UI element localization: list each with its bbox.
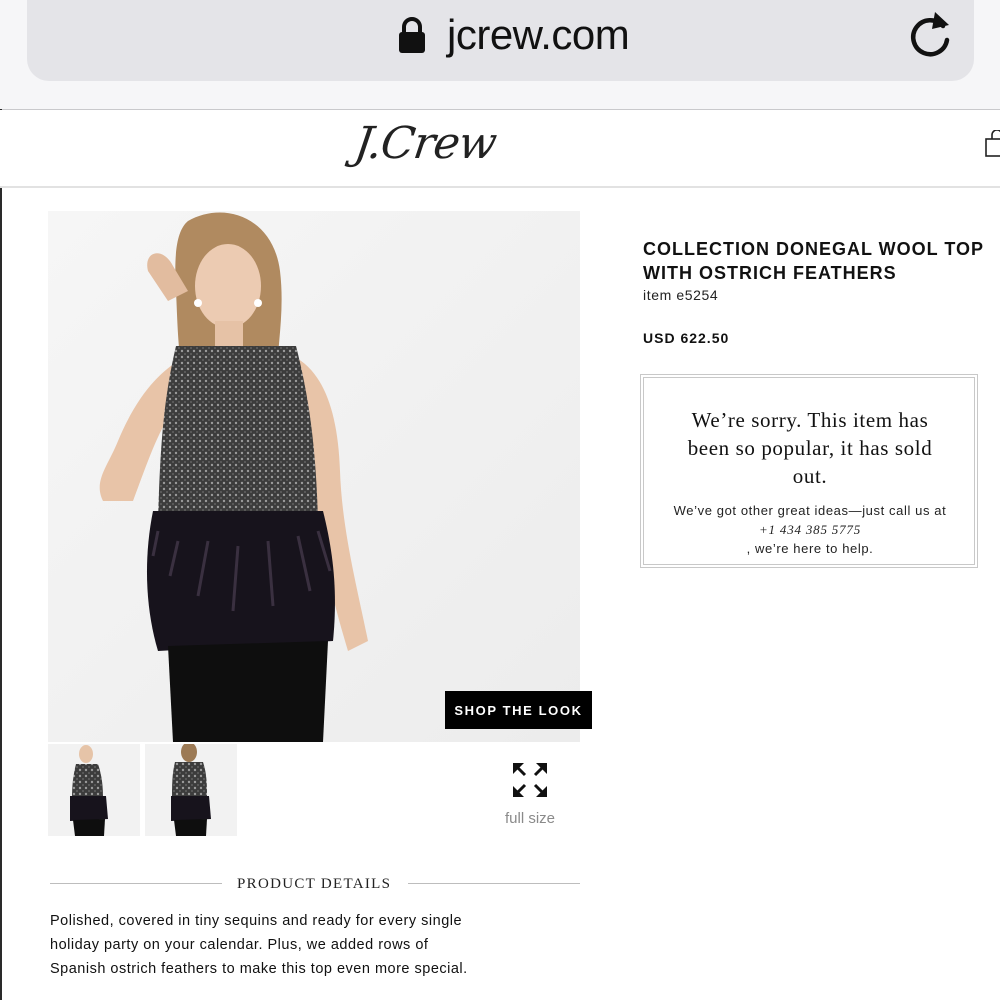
sold-out-line: been so popular, it has sold: [687, 436, 933, 460]
item-number: item e5254: [643, 287, 719, 303]
description-line: holiday party on your calendar. Plus, we…: [50, 937, 429, 953]
help-line-2: +1 434 385 5775 , we’re here to help.: [654, 520, 966, 558]
sold-out-line: We’re sorry. This item has: [691, 408, 929, 432]
expand-icon: [513, 763, 547, 797]
window-edge: [0, 109, 2, 1000]
shop-the-look-button[interactable]: SHOP THE LOOK: [445, 691, 592, 729]
sold-out-help-text: We’ve got other great ideas—just call us…: [654, 501, 966, 558]
product-name-line: COLLECTION DONEGAL WOOL TOP: [643, 239, 985, 259]
product-price: USD 622.50: [643, 330, 730, 346]
reload-icon[interactable]: [905, 10, 955, 62]
description-line: Spanish ostrich feathers to make this to…: [50, 961, 468, 977]
description-line: Polished, covered in tiny sequins and re…: [50, 913, 463, 929]
help-after: , we’re here to help.: [746, 541, 874, 556]
product-description: Polished, covered in tiny sequins and re…: [50, 909, 570, 981]
sold-out-notice: We’re sorry. This item has been so popul…: [640, 374, 978, 568]
help-line-1: We’ve got other great ideas—just call us…: [673, 503, 947, 518]
product-name: COLLECTION DONEGAL WOOL TOP WITH OSTRICH…: [643, 237, 998, 285]
url-text[interactable]: jcrew.com: [447, 10, 630, 60]
sold-out-line: out.: [792, 464, 828, 488]
sold-out-message: We’re sorry. This item has been so popul…: [664, 406, 956, 490]
product-main-image[interactable]: [48, 211, 580, 742]
product-name-line: WITH OSTRICH FEATHERS: [643, 263, 897, 283]
lock-icon: [399, 17, 425, 53]
thumbnail-front[interactable]: [48, 744, 140, 836]
product-details-heading: PRODUCT DETAILS: [237, 876, 392, 892]
thumbnail-back[interactable]: [145, 744, 237, 836]
full-size-button[interactable]: full size: [495, 760, 565, 835]
address-bar[interactable]: jcrew.com: [27, 0, 974, 81]
divider-left: [50, 883, 222, 884]
shopping-bag-icon[interactable]: [984, 130, 1000, 158]
site-header: J.Crew: [0, 110, 1000, 188]
jcrew-logo[interactable]: J.Crew: [351, 118, 499, 169]
full-size-label: full size: [504, 810, 556, 827]
phone-link[interactable]: +1 434 385 5775: [654, 520, 966, 539]
divider-right: [408, 883, 580, 884]
